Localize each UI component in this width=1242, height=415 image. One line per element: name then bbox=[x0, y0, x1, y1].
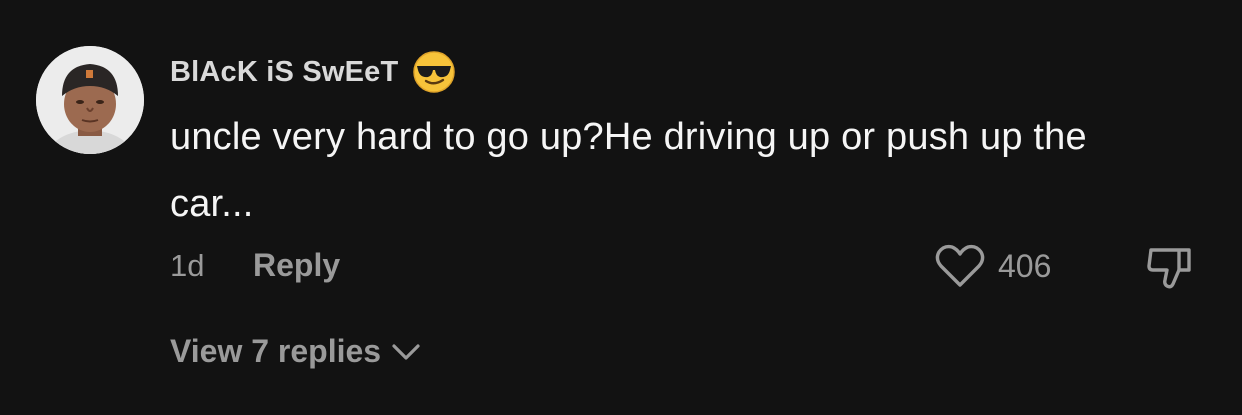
thumbs-down-icon bbox=[1147, 248, 1191, 289]
sunglasses-emoji-icon bbox=[412, 50, 456, 94]
like-button[interactable]: 406 bbox=[934, 242, 1051, 290]
like-count: 406 bbox=[998, 247, 1052, 284]
username-row: BlAcK iS SwEeT bbox=[170, 50, 456, 94]
view-replies-label: View 7 replies bbox=[170, 333, 382, 369]
reply-button[interactable]: Reply bbox=[253, 247, 340, 284]
avatar[interactable] bbox=[36, 46, 144, 154]
view-replies-button[interactable]: View 7 replies bbox=[170, 333, 421, 370]
timestamp: 1d bbox=[170, 248, 205, 283]
avatar-image bbox=[36, 46, 144, 154]
dislike-button[interactable] bbox=[1143, 240, 1197, 294]
comment-text: uncle very hard to go up?He driving up o… bbox=[170, 116, 1087, 225]
heart-outline-icon bbox=[935, 244, 985, 287]
chevron-down-icon bbox=[391, 342, 421, 362]
comment-item: BlAcK iS SwEeT uncle very hard to go up?… bbox=[0, 0, 1242, 415]
username[interactable]: BlAcK iS SwEeT bbox=[170, 56, 398, 89]
